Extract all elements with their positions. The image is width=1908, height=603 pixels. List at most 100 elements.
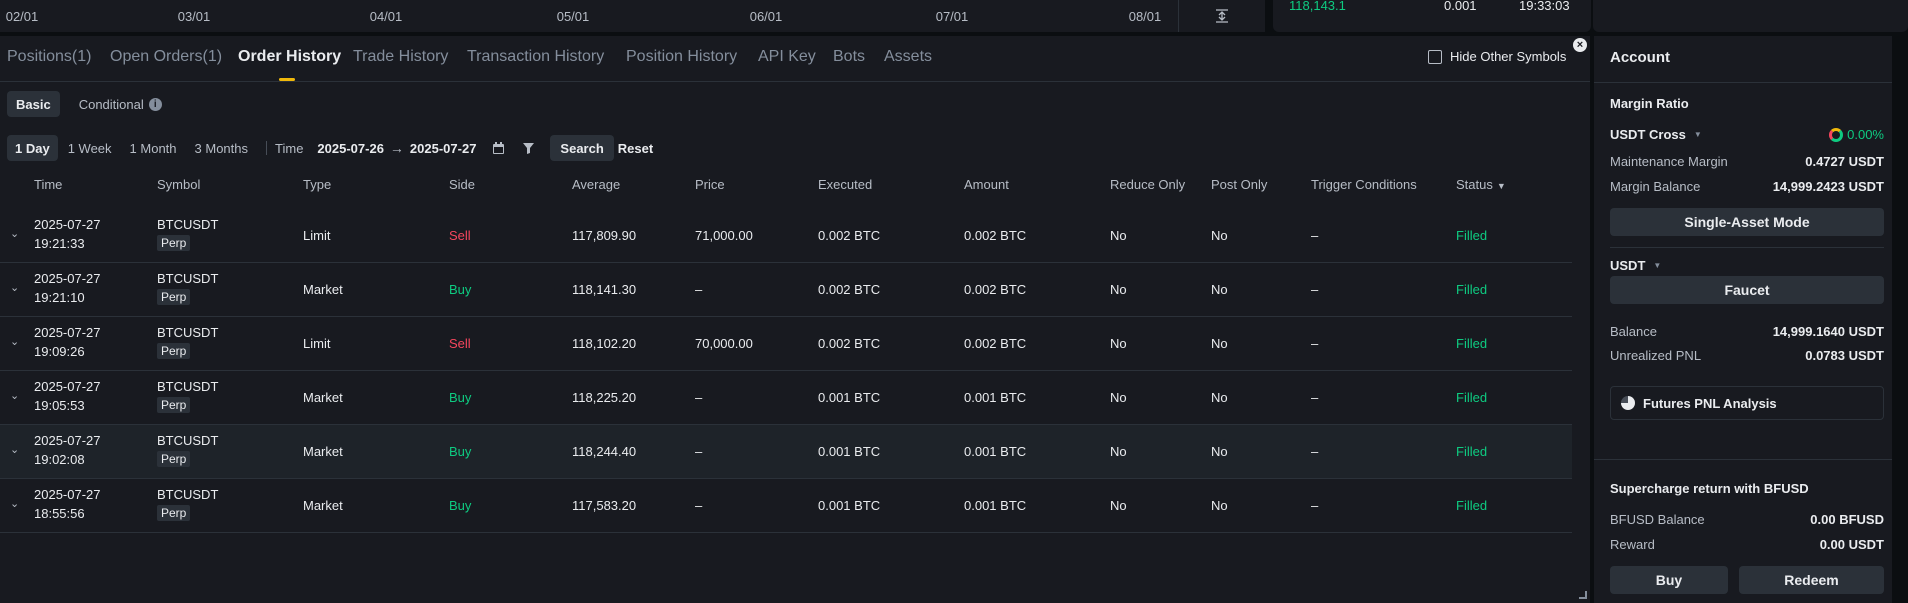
calendar-icon[interactable]: [490, 140, 506, 156]
table-row[interactable]: ⌄ 2025-07-27 19:09:26 BTCUSDT Perp Limit Sell 1…: [0, 317, 1572, 371]
perp-badge: Perp: [157, 505, 191, 521]
divider: [1178, 0, 1179, 32]
order-average: 118,141.30: [572, 282, 637, 297]
range-1-day[interactable]: 1 Day: [7, 135, 58, 161]
tab-assets[interactable]: Assets: [884, 48, 932, 66]
col-average: Average: [572, 177, 621, 192]
table-row[interactable]: ⌄ 2025-07-27 19:05:53 BTCUSDT Perp Market Buy 1…: [0, 371, 1572, 425]
order-time: 18:55:56: [34, 506, 85, 521]
order-symbol-cell: BTCUSDT Perp: [157, 271, 218, 305]
order-average: 117,583.20: [572, 498, 637, 513]
order-reduce-only: No: [1110, 336, 1127, 351]
chevron-down-icon[interactable]: ⌄: [10, 227, 19, 240]
futures-pnl-analysis-button[interactable]: Futures PNL Analysis: [1610, 386, 1884, 420]
order-type-subtabs: Basic Conditional i: [7, 91, 171, 117]
order-time: 19:02:08: [34, 452, 85, 467]
tab-trade-history[interactable]: Trade History: [353, 48, 448, 66]
table-row[interactable]: ⌄ 2025-07-27 19:21:10 BTCUSDT Perp Market Buy 1…: [0, 263, 1572, 317]
range-1-month[interactable]: 1 Month: [122, 135, 185, 161]
order-side: Sell: [449, 228, 471, 243]
scrollbar[interactable]: [1896, 36, 1908, 603]
resize-handle-icon[interactable]: [1579, 591, 1587, 599]
chevron-down-icon: ▼: [1653, 261, 1662, 270]
order-status: Filled: [1456, 444, 1488, 459]
time-label: Time: [275, 140, 304, 156]
col-time: Time: [34, 177, 63, 192]
close-icon[interactable]: ×: [1573, 38, 1587, 52]
order-trigger: –: [1311, 390, 1319, 405]
chevron-down-icon[interactable]: ⌄: [10, 497, 19, 510]
subtab-conditional[interactable]: Conditional i: [70, 91, 171, 117]
col-trigger-conditions: Trigger Conditions: [1311, 177, 1417, 192]
chevron-down-icon[interactable]: ⌄: [10, 443, 19, 456]
subtab-basic[interactable]: Basic: [7, 91, 60, 117]
order-executed: 0.002 BTC: [818, 282, 881, 297]
axis-tick-label: 02/01: [5, 9, 39, 24]
col-executed: Executed: [818, 177, 873, 192]
tab-open-orders[interactable]: Open Orders(1): [110, 48, 222, 66]
date-to[interactable]: 2025-07-27: [410, 141, 477, 156]
tab-api-key[interactable]: API Key: [758, 48, 816, 66]
col-status-label: Status: [1456, 177, 1493, 192]
buy-bfusd-button[interactable]: Buy: [1610, 566, 1728, 594]
balance-value: 14,999.1640 USDT: [1772, 323, 1884, 339]
chevron-down-icon[interactable]: ⌄: [10, 335, 19, 348]
expand-chart-icon[interactable]: [1209, 6, 1235, 26]
order-post-only: No: [1211, 228, 1228, 243]
order-type: Market: [303, 498, 343, 513]
active-tab-indicator: [279, 78, 295, 81]
range-1-week[interactable]: 1 Week: [60, 135, 120, 161]
order-status: Filled: [1456, 282, 1488, 297]
bfusd-balance-row: BFUSD Balance 0.00 BFUSD: [1610, 510, 1884, 528]
asset-select[interactable]: USDT ▼: [1610, 258, 1661, 273]
col-type: Type: [303, 177, 332, 192]
margin-mode-select[interactable]: USDT Cross ▼: [1610, 127, 1702, 142]
orders-panel: Positions(1) Open Orders(1) Order Histor…: [0, 36, 1590, 603]
order-amount: 0.002 BTC: [964, 282, 1027, 297]
perp-badge: Perp: [157, 289, 191, 305]
order-side: Sell: [449, 336, 471, 351]
tab-positions[interactable]: Positions(1): [7, 48, 91, 66]
caret-down-icon: ▼: [1496, 181, 1506, 191]
search-button[interactable]: Search: [550, 135, 614, 161]
order-status: Filled: [1456, 336, 1488, 351]
table-row[interactable]: ⌄ 2025-07-27 19:02:08 BTCUSDT Perp Market Buy 1…: [0, 425, 1572, 479]
range-3-months[interactable]: 3 Months: [187, 135, 256, 161]
tab-position-history[interactable]: Position History: [626, 48, 737, 66]
right-top-panel: [1593, 0, 1908, 32]
tab-transaction-history[interactable]: Transaction History: [467, 48, 604, 66]
account-title: Account: [1610, 49, 1670, 66]
order-date: 2025-07-27: [34, 325, 101, 340]
order-executed: 0.001 BTC: [818, 390, 881, 405]
table-row[interactable]: ⌄ 2025-07-27 19:21:33 BTCUSDT Perp Limit Sell 1…: [0, 209, 1572, 263]
col-amount: Amount: [964, 177, 1009, 192]
order-type: Market: [303, 390, 343, 405]
asset-value: USDT: [1610, 258, 1646, 273]
date-from[interactable]: 2025-07-26: [317, 141, 384, 156]
subtab-conditional-label: Conditional: [78, 96, 144, 112]
reward-value: 0.00 USDT: [1819, 536, 1884, 552]
single-asset-mode-button[interactable]: Single-Asset Mode: [1610, 208, 1884, 236]
order-executed: 0.002 BTC: [818, 336, 881, 351]
order-price: –: [695, 390, 703, 405]
tab-order-history[interactable]: Order History: [238, 48, 341, 66]
hide-other-symbols-toggle[interactable]: Hide Other Symbols: [1428, 49, 1566, 64]
info-icon[interactable]: i: [148, 97, 162, 111]
order-price: 70,000.00: [695, 336, 753, 351]
table-row[interactable]: ⌄ 2025-07-27 18:55:56 BTCUSDT Perp Market Buy 1…: [0, 479, 1572, 533]
chevron-down-icon[interactable]: ⌄: [10, 281, 19, 294]
divider: [1610, 247, 1884, 248]
hide-other-symbols-checkbox[interactable]: [1428, 49, 1442, 64]
reset-button[interactable]: Reset: [616, 135, 655, 161]
filter-icon[interactable]: [520, 140, 536, 156]
reward-row: Reward 0.00 USDT: [1610, 535, 1884, 553]
order-side: Buy: [449, 498, 472, 513]
redeem-bfusd-button[interactable]: Redeem: [1739, 566, 1884, 594]
col-status[interactable]: Status ▼: [1456, 177, 1506, 192]
chevron-down-icon[interactable]: ⌄: [10, 389, 19, 402]
order-amount: 0.001 BTC: [964, 498, 1027, 513]
faucet-button[interactable]: Faucet: [1610, 276, 1884, 304]
tab-bots[interactable]: Bots: [833, 48, 865, 66]
table-header: Time Symbol Type Side Average Price Exec…: [0, 173, 1572, 201]
order-time: 19:21:33: [34, 236, 85, 251]
